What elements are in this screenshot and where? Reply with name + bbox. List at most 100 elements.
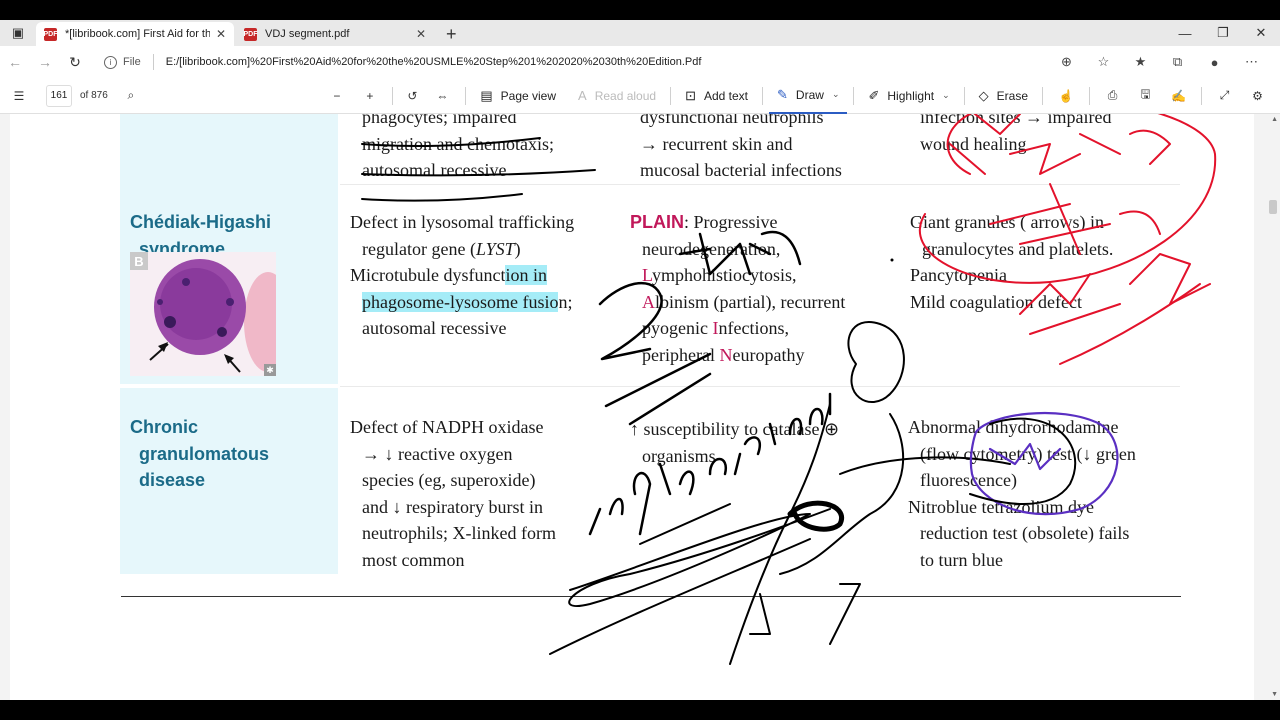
refresh-button[interactable]: ↻ <box>60 46 90 78</box>
touch-write-icon[interactable]: ☝ <box>1049 78 1083 114</box>
section-rule <box>121 596 1181 597</box>
chediak-pathophysiology: Defect in lysosomal trafficking regulato… <box>350 209 574 342</box>
text-line: fluorescence) <box>920 470 1017 490</box>
scroll-thumb[interactable] <box>1269 200 1277 214</box>
zoom-out-icon[interactable]: − <box>320 78 353 114</box>
ink-leg <box>749 593 771 635</box>
text-line: peripheral Neuropathy <box>642 344 805 365</box>
page-total: of 876 <box>80 90 108 101</box>
search-icon[interactable]: ⌕ <box>116 78 146 114</box>
profile-avatar[interactable]: ● <box>1196 46 1233 78</box>
divider <box>1042 86 1043 105</box>
site-info-button[interactable]: i File <box>104 55 141 69</box>
add-favorite-icon[interactable]: ☆ <box>1085 46 1122 78</box>
tab-title: VDJ segment.pdf <box>265 28 350 40</box>
pdf-page: phagocytes; impaired migration and chemo… <box>10 114 1254 700</box>
rotate-icon[interactable]: ↺ <box>399 78 425 114</box>
row-divider <box>340 184 1180 185</box>
close-icon[interactable]: ✕ <box>216 27 226 41</box>
draw-label: Draw <box>795 87 824 102</box>
save-icon[interactable]: 🖫 <box>1129 78 1162 114</box>
forward-button[interactable]: → <box>30 46 60 78</box>
restore-button[interactable]: ❐ <box>1204 20 1242 46</box>
scroll-down-icon[interactable]: ▼ <box>1271 691 1278 698</box>
text-line: Nitroblue tetrazolium dye <box>908 496 1094 517</box>
url-field[interactable]: E:/[libribook.com]%20First%20Aid%20for%2… <box>166 56 1048 68</box>
text-line: neurodegeneration, <box>642 238 781 259</box>
text-line: mucosal bacterial infections <box>640 160 842 180</box>
text-highlight: phagosome-lysosome fusio <box>362 291 559 312</box>
contents-icon[interactable]: ☰ <box>0 78 38 114</box>
address-actions: ⊕ ☆ ★ ⧉ ● ⋯ <box>1048 46 1270 78</box>
collections-icon[interactable]: ⧉ <box>1159 46 1196 78</box>
text-line: Defect of NADPH oxidase <box>350 417 544 437</box>
text-line: reduction test (obsolete) fails <box>920 523 1130 543</box>
text-line: Chédiak-Higashi <box>130 212 272 232</box>
page-number-input[interactable]: 161 <box>46 84 72 107</box>
text-line: autosomal recessive <box>362 160 507 180</box>
full-screen-icon[interactable]: ⤢ <box>1208 78 1241 114</box>
tab-actions-button[interactable]: ▣ <box>0 20 36 46</box>
top-row-pathophysiology: phagocytes; impaired migration and chemo… <box>350 114 554 184</box>
text-line: Pancytopenia <box>910 265 1007 285</box>
chevron-down-icon[interactable]: ⌄ <box>832 89 840 100</box>
disease-name-cgd: Chronic granulomatous disease <box>130 414 269 494</box>
save-as-icon[interactable]: ✍ <box>1162 78 1195 114</box>
scheme-label: File <box>123 56 141 68</box>
add-text-button[interactable]: ⊡ Add text <box>677 78 756 114</box>
ink-underline <box>639 503 731 545</box>
vertical-scrollbar[interactable]: ▲ ▼ <box>1266 114 1280 700</box>
divider <box>1201 86 1202 105</box>
text-line: Mild coagulation defect <box>910 291 1082 312</box>
cgd-labs: Abnormal dihydrorhodamine (flow cytometr… <box>908 414 1136 573</box>
text-line: granulomatous <box>139 443 270 464</box>
read-aloud-button[interactable]: A Read aloud <box>570 78 664 114</box>
text-line: → ↓ reactive oxygen <box>362 443 513 464</box>
tab-actions-icon: ▣ <box>11 25 25 40</box>
highlight-button[interactable]: ✐ Highlight ⌄ <box>860 78 957 114</box>
scroll-up-icon[interactable]: ▲ <box>1271 116 1278 123</box>
draw-button[interactable]: ✎ Draw ⌄ <box>769 78 848 114</box>
ink-leg <box>829 583 861 645</box>
settings-gear-icon[interactable]: ⚙ <box>1241 78 1274 114</box>
fit-page-icon[interactable]: ⇔ <box>425 78 459 114</box>
zoom-icon[interactable]: ⊕ <box>1048 46 1085 78</box>
text-line: infection sites → impaired <box>920 114 1112 127</box>
text-box-icon: ⊡ <box>685 87 696 103</box>
chediak-labs: Giant granules ( arrows) in granulocytes… <box>910 209 1113 315</box>
text-line: wound healing <box>920 133 1027 154</box>
micrograph-image: B ✱ <box>130 252 276 376</box>
tab-first-aid[interactable]: PDF *[libribook.com] First Aid for the ✕ <box>36 22 234 46</box>
text-line: organisms <box>642 445 716 466</box>
cgd-pathophysiology: Defect of NADPH oxidase → ↓ reactive oxy… <box>350 414 556 573</box>
eraser-icon: ◇ <box>978 87 989 103</box>
close-icon[interactable]: ✕ <box>416 27 426 41</box>
text-line: neutrophils; X-linked form <box>362 523 556 543</box>
text-line: and ↓ respiratory burst in <box>362 496 543 517</box>
page-view-button[interactable]: ▤ Page view <box>472 78 564 114</box>
pen-icon: ✎ <box>777 86 788 102</box>
back-button[interactable]: ← <box>0 46 30 78</box>
mnemonic-plain: PLAIN <box>630 212 684 232</box>
print-icon[interactable]: ⎙ <box>1096 78 1129 114</box>
divider <box>963 86 965 105</box>
erase-button[interactable]: ◇ Erase <box>971 78 1036 114</box>
text-line: Abnormal dihydrorhodamine <box>908 417 1119 437</box>
minimize-button[interactable]: — <box>1166 20 1204 46</box>
close-window-button[interactable]: ✕ <box>1242 20 1280 46</box>
address-bar: ← → ↻ i File E:/[libribook.com]%20First%… <box>0 46 1280 78</box>
pdf-viewport[interactable]: phagocytes; impaired migration and chemo… <box>0 114 1280 700</box>
chevron-down-icon[interactable]: ⌄ <box>942 90 950 101</box>
divider <box>465 86 467 105</box>
text-line: (flow cytometry) test (↓ green <box>920 443 1136 464</box>
favorites-icon[interactable]: ★ <box>1122 46 1159 78</box>
zoom-in-icon[interactable]: + <box>353 78 386 114</box>
more-options-icon[interactable]: ⋯ <box>1233 46 1270 78</box>
text-line: autosomal recessive <box>362 318 507 338</box>
text-line: phagosome-lysosome fusion; <box>362 291 573 312</box>
tab-vdj-segment[interactable]: PDF VDJ segment.pdf ✕ <box>236 22 434 46</box>
new-tab-button[interactable]: + <box>436 22 467 46</box>
neutrophil-illustration <box>149 259 276 373</box>
ink-loop <box>568 508 831 607</box>
text-line: Chronic <box>130 417 199 437</box>
